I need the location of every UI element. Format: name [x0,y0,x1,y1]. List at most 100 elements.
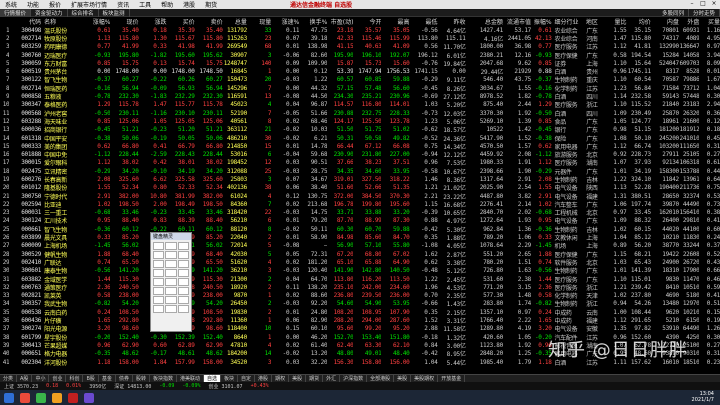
toolbar-tab[interactable]: 综合排名 [68,8,99,17]
table-row[interactable]: 18 002475 立讯精密 -0.29 34.20 -0.10 34.19 34.20 312… [0,167,720,176]
column-header[interactable]: 涨幅% [81,17,111,26]
table-row[interactable]: 11 000568 泸州老窖 -0.50 230.11 -1.16 230.10 230.11… [0,109,720,118]
table-row[interactable]: 23 600031 三一重工 -0.68 33.46 -0.23 33.45 33.46 318… [0,209,720,217]
market-tab[interactable]: 开放基金 [438,375,466,382]
toolbar-tab[interactable]: 资金驱动力 [31,8,68,17]
table-row[interactable]: 7 300122 智飞生物 -0.37 60.27 -0.22 60.26 60.27 1504… [0,76,720,84]
market-tab[interactable]: 自定 [238,375,256,382]
chat-icon[interactable] [36,392,46,403]
market-tab[interactable]: 板块指数 [150,375,177,382]
market-tab[interactable]: 板块 [221,375,239,382]
table-row[interactable]: 12 603288 海天味业 0.85 125.06 1.05 125.05 125.06 40… [0,117,720,126]
browser-icon[interactable] [20,392,30,403]
table-row[interactable]: 2 002714 牧原股份 1.13 115.80 1.30 115.67 115.80 115… [0,34,720,43]
column-header[interactable]: 涨速% [271,17,300,26]
keypad-key[interactable] [153,287,165,295]
market-tab[interactable]: 分类 [0,375,18,382]
table-row[interactable]: 16 601888 中国中免 -1.12 228.44 -2.59 228.43 228.44… [0,150,720,159]
market-tab[interactable]: 沪深指数 [340,375,368,382]
market-tab[interactable]: 科创 [66,375,84,382]
market-tab[interactable]: 港股 [255,375,273,382]
column-header[interactable]: 代码 [9,17,41,26]
column-header[interactable]: 最高 [381,17,409,26]
table-row[interactable]: 8 002714 恒瑞医药 -0.16 56.94 -0.09 56.93 56.94 1452… [0,84,720,93]
market-tab[interactable]: B股 [83,375,99,382]
keyboard-sprite-popup[interactable]: 键盘精灵 [150,232,192,332]
market-tab[interactable]: 全部港股 [367,375,395,382]
keypad-key[interactable] [177,251,189,259]
keypad-key[interactable] [165,287,177,295]
market-tab[interactable]: 股转 [133,375,150,382]
column-header[interactable]: 地区 [584,17,601,26]
column-header[interactable]: 昨收 [438,17,466,26]
table-row[interactable]: 27600009上海机场-1.4556.02-0.8256.0156.02720… [0,242,720,250]
table-row[interactable]: 25 000661 智飞生物 -0.36 60.12 -0.22 60.11 60.12 881… [0,225,720,234]
keypad-key[interactable] [165,251,177,259]
keypad-key[interactable] [153,251,165,259]
table-row[interactable]: 14 601318 中国平安 -0.38 50.06 -0.19 50.05 50.06 486… [0,134,720,143]
keypad-key[interactable] [165,242,177,250]
toolbar-view-button[interactable]: 多股同列 [658,8,689,17]
market-tab[interactable]: 自选 [204,375,222,382]
table-row[interactable]: 17 300015 爱尔眼科 1.12 38.02 0.42 38.01 38.02 19845… [0,159,720,167]
column-header[interactable]: 现量 [247,17,271,26]
keypad-key[interactable] [165,260,177,268]
table-row[interactable]: 28300529健帆生物1.8868.401.2668.3968.4042030… [0,250,720,259]
market-tab[interactable]: 外汇 [323,375,341,382]
market-tab[interactable]: 期货 [306,375,324,382]
table-row[interactable]: 30300601康泰生物-0.56141.20-0.80141.19141.20… [0,267,720,275]
start-icon[interactable] [4,392,14,403]
table-row[interactable]: 19 600276 长春高新 2.08 325.60 6.62 325.58 325.60 25… [0,175,720,184]
menu-item[interactable]: 工具 [134,0,156,9]
media-icon[interactable] [84,392,94,403]
keypad-key[interactable] [153,260,165,268]
market-tab[interactable]: 港美联动 [177,375,204,382]
close-icon[interactable]: × [710,0,718,7]
table-row[interactable]: 6 600519 贵州茅台 0.00 1748.00 0.00 1748.00 1748.50… [0,67,720,76]
keypad-key[interactable] [153,242,165,250]
menu-item[interactable]: 港股 [178,0,200,9]
keypad-key[interactable] [177,269,189,277]
keypad-key[interactable] [177,260,189,268]
keypad-key[interactable] [153,296,165,304]
keypad-key[interactable] [165,296,177,304]
column-header[interactable]: 细分行业 [552,17,584,26]
column-header[interactable]: 外盘 [679,17,699,26]
table-row[interactable]: 9 000858 五粮液 -0.78 232.30 -1.83 232.29 232.30 11… [0,92,720,101]
keypad-key[interactable] [153,278,165,286]
keypad-key[interactable] [177,287,189,295]
keypad-key[interactable] [165,269,177,277]
column-header[interactable]: 内盘 [651,17,679,26]
toolbar-tab[interactable]: 板块监测 [99,8,130,17]
column-header[interactable]: 量比 [600,17,626,26]
keypad-key[interactable] [165,305,177,313]
keypad-key[interactable] [153,269,165,277]
column-header[interactable]: 均价 [627,17,651,26]
market-tab[interactable]: 债券 [116,375,133,382]
column-header[interactable]: 总金额 [466,17,503,26]
minimize-icon[interactable]: – [688,0,696,7]
keypad-key[interactable] [165,278,177,286]
table-row[interactable]: 37300274阳光电源3.2098.603.0698.5998.6011840… [0,325,720,333]
toolbar-view-button[interactable]: 分时走势 [689,8,720,17]
column-header[interactable]: 市盈(动) [327,17,354,26]
table-row[interactable]: 33002821凯莱英0.58238.001.37237.99238.00987… [0,292,720,300]
column-header[interactable]: 振幅% [531,17,552,26]
table-row[interactable]: 21 300750 宁德时代 2.91 382.00 10.80 381.99 382.00 6… [0,192,720,201]
market-tab[interactable]: 基金 [99,375,116,382]
toolbar-tab[interactable]: 行情报价 [0,8,32,17]
table-row[interactable]: 22 002594 比亚迪 1.02 198.50 2.00 198.49 198.50 843… [0,200,720,209]
market-tab[interactable]: A股 [17,375,33,382]
taskbar-clock[interactable]: 13:04 2021/1/7 [692,391,714,403]
keypad-key[interactable] [177,242,189,250]
column-header[interactable]: 卖价 [195,17,223,26]
table-row[interactable]: 36600436片仔癀1.65292.804.75292.78292.80113… [0,316,720,325]
column-header[interactable]: 现价 [110,17,139,26]
keypad-key[interactable] [153,305,165,313]
table-row[interactable]: 20 601012 隆基股份 1.55 52.34 0.80 52.33 52.34 40213… [0,184,720,192]
stock-app-icon[interactable] [68,392,78,403]
market-tab[interactable]: 美股 [394,375,412,382]
table-row[interactable]: 32600763通策医疗2.36240.505.55240.48240.5018… [0,283,720,292]
column-header[interactable]: 今开 [353,17,381,26]
column-header[interactable]: 名称 [41,17,80,26]
